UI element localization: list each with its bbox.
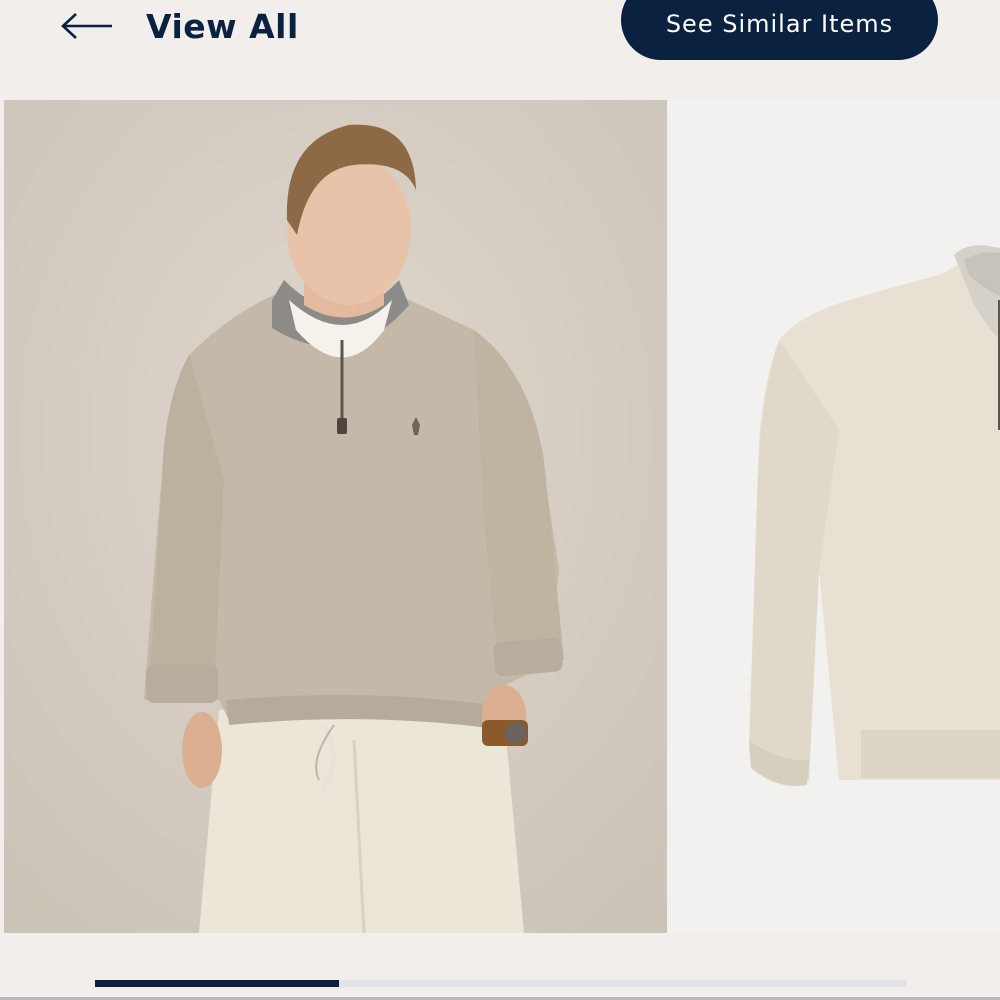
- product-flat-photo[interactable]: [669, 100, 1000, 933]
- see-similar-items-button[interactable]: See Similar Items: [621, 0, 938, 60]
- view-all-label: View All: [146, 6, 299, 46]
- carousel-progress-track[interactable]: [95, 980, 907, 987]
- arrow-left-icon: [60, 11, 114, 41]
- top-bar: View All See Similar Items: [0, 0, 1000, 100]
- product-image-carousel[interactable]: [4, 100, 1000, 933]
- model-photo[interactable]: [4, 100, 667, 933]
- view-all-back-link[interactable]: View All: [60, 0, 299, 52]
- carousel-progress-fill: [95, 980, 339, 987]
